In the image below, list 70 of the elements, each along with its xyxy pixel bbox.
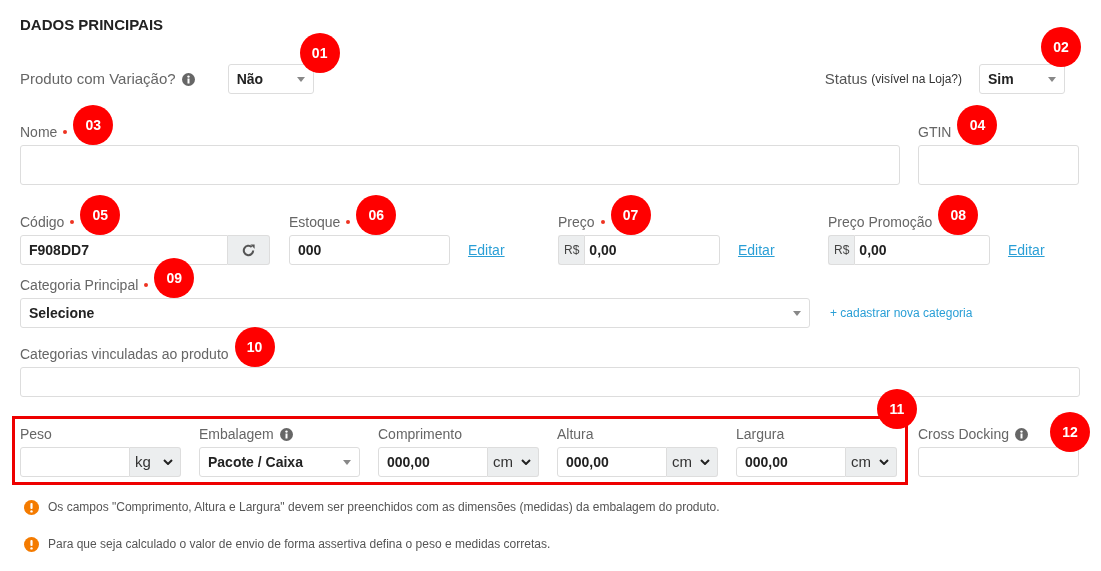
input-field[interactable] bbox=[20, 145, 900, 185]
chevron-icon bbox=[879, 459, 889, 465]
input-field[interactable]: 000,00 bbox=[736, 447, 846, 477]
number-badge: 11 bbox=[877, 389, 917, 429]
caret-icon bbox=[793, 310, 801, 316]
number-badge: 10 bbox=[234, 327, 275, 367]
input-field[interactable]: 0,00 bbox=[584, 235, 720, 265]
input-field[interactable]: 000 bbox=[289, 235, 450, 265]
chevron-icon bbox=[521, 459, 531, 465]
field-label: Código bbox=[20, 213, 65, 232]
input-field[interactable] bbox=[20, 447, 130, 477]
field-label: Preço bbox=[558, 213, 595, 232]
field-label: Categorias vinculadas ao produto bbox=[20, 345, 229, 364]
field-label: Cross Docking bbox=[918, 425, 1010, 444]
field-label: Altura bbox=[557, 425, 594, 444]
field-label: Status bbox=[824, 68, 868, 89]
dropdown-value: Não bbox=[236, 69, 264, 89]
input-field[interactable]: 000,00 bbox=[557, 447, 667, 477]
dropdown-value: Selecione bbox=[29, 303, 95, 323]
field-label: Categoria Principal bbox=[20, 276, 139, 295]
number-badge: 12 bbox=[1050, 412, 1091, 452]
field-label: Produto com Variação? bbox=[20, 69, 176, 89]
dropdown-value: Sim bbox=[988, 69, 1014, 89]
unit-select[interactable]: kg bbox=[130, 447, 181, 477]
field-label: Embalagem bbox=[199, 425, 274, 444]
input-field[interactable]: F908DD7 bbox=[20, 235, 228, 265]
chevron-icon bbox=[163, 459, 173, 465]
number-badge: 01 bbox=[299, 33, 340, 73]
number-badge: 02 bbox=[1041, 27, 1081, 67]
dropdown[interactable]: Pacote / Caixa bbox=[199, 447, 360, 477]
caret-icon bbox=[343, 459, 351, 465]
field-label: Peso bbox=[20, 425, 52, 444]
number-badge: 03 bbox=[73, 105, 114, 145]
warning-icon bbox=[24, 499, 39, 515]
field-label: GTIN bbox=[918, 123, 952, 142]
unit-select[interactable]: cm bbox=[846, 447, 897, 477]
refresh-button[interactable] bbox=[228, 235, 270, 265]
currency-prefix: R$ bbox=[828, 235, 855, 265]
field-hint: (visível na Loja?) bbox=[871, 71, 962, 88]
currency-prefix: R$ bbox=[558, 235, 585, 265]
note-text: Para que seja calculado o valor de envio de forma assertiva defina o peso e medidas corretas. bbox=[48, 536, 551, 553]
warning-icon bbox=[24, 536, 39, 552]
input-field[interactable] bbox=[918, 145, 1079, 185]
number-badge: 05 bbox=[80, 195, 121, 235]
refresh-icon bbox=[241, 242, 256, 258]
number-badge: 09 bbox=[154, 258, 195, 298]
unit-select[interactable]: cm bbox=[667, 447, 718, 477]
input-field[interactable]: 000,00 bbox=[378, 447, 488, 477]
unit-select[interactable]: cm bbox=[488, 447, 539, 477]
field-label: Nome bbox=[20, 123, 58, 142]
field-label: Comprimento bbox=[378, 425, 463, 444]
input-field[interactable] bbox=[20, 367, 1080, 397]
dropdown[interactable]: Não bbox=[227, 64, 314, 94]
field-label: Preço Promoção bbox=[828, 213, 933, 232]
field-label: Largura bbox=[736, 425, 785, 444]
input-field[interactable]: 0,00 bbox=[854, 235, 990, 265]
caret-icon bbox=[1048, 76, 1056, 82]
caret-icon bbox=[296, 76, 305, 82]
dropdown[interactable]: Sim bbox=[979, 64, 1065, 94]
note-text: Os campos "Comprimento, Altura e Largura" devem ser preenchidos com as dimensões (medidas) da embalagem do produto. bbox=[48, 499, 720, 516]
number-badge: 08 bbox=[938, 195, 979, 235]
dropdown[interactable]: Selecione bbox=[20, 298, 810, 328]
section-title: DADOS PRINCIPAIS bbox=[20, 15, 165, 35]
number-badge: 04 bbox=[957, 105, 998, 145]
number-badge: 07 bbox=[610, 195, 651, 235]
input-field[interactable] bbox=[918, 447, 1079, 477]
chevron-icon bbox=[700, 459, 710, 465]
dropdown-value: Pacote / Caixa bbox=[208, 452, 303, 472]
number-badge: 06 bbox=[356, 195, 397, 235]
field-label: Estoque bbox=[289, 213, 341, 232]
